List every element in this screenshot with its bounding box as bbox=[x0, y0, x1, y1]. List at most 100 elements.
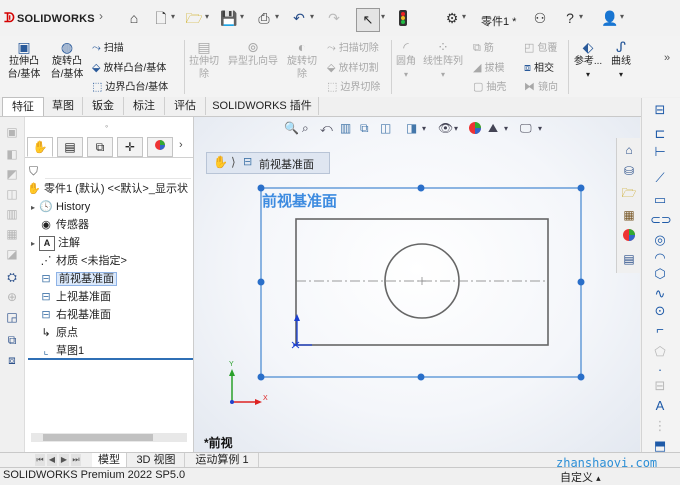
rib-button[interactable]: ⧉ 筋 bbox=[473, 39, 494, 55]
dimxpert-tab-icon[interactable]: ✛ bbox=[117, 137, 143, 157]
smart-dimension-icon[interactable]: ⊏ bbox=[650, 126, 670, 142]
tab-sketch[interactable]: 草图 bbox=[44, 97, 83, 115]
view-palette-icon[interactable]: ▦ bbox=[620, 206, 638, 224]
arc-icon[interactable]: ◠ bbox=[650, 250, 670, 266]
plane-handle[interactable] bbox=[257, 278, 265, 286]
tab-model[interactable]: 模型 bbox=[92, 453, 127, 467]
tree-item-front-plane[interactable]: ⊟ 前视基准面 bbox=[27, 271, 117, 288]
chevron-down-icon[interactable]: ▾ bbox=[275, 12, 279, 21]
home-icon[interactable]: ⌂ bbox=[125, 10, 143, 26]
solidworks-resources-icon[interactable]: ⌂ bbox=[620, 141, 638, 159]
last-tab-icon[interactable]: ⏭ bbox=[71, 454, 81, 466]
tree-item-material[interactable]: ⋰ 材质 <未指定> bbox=[27, 253, 127, 270]
scrollbar-thumb[interactable] bbox=[43, 434, 153, 441]
feature-icon[interactable]: ◫ bbox=[5, 187, 19, 201]
smart-dimension-icon[interactable]: ⊢ bbox=[650, 144, 670, 160]
expand-arrow-icon[interactable]: ▸ bbox=[27, 199, 39, 216]
fillet-sketch-icon[interactable]: ⌐ bbox=[650, 322, 670, 338]
trim-icon[interactable]: ⋮ bbox=[650, 418, 670, 434]
rebuild-traffic-light-icon[interactable] bbox=[394, 10, 412, 26]
tree-item-right-plane[interactable]: ⊟ 右视基准面 bbox=[27, 307, 111, 324]
search-commands-icon[interactable]: ⚇ bbox=[531, 10, 549, 26]
tab-evaluate[interactable]: 评估 bbox=[165, 97, 206, 115]
ellipse-icon[interactable]: ⊙ bbox=[650, 303, 670, 319]
rectangle-icon[interactable]: ▭ bbox=[650, 192, 670, 208]
point-icon[interactable]: · bbox=[650, 362, 670, 378]
chevron-down-icon[interactable]: ▾ bbox=[620, 12, 624, 21]
chevron-down-icon[interactable]: ▾ bbox=[462, 12, 466, 21]
loft-button[interactable]: ⬙ 放样凸台/基体 bbox=[92, 59, 166, 74]
curves-button[interactable]: ᔑ 曲线 ▾ bbox=[606, 40, 636, 81]
extrude-cut-button[interactable]: ▤ 拉伸切除 bbox=[186, 40, 222, 81]
feature-icon[interactable]: ▦ bbox=[5, 227, 19, 241]
display-manager-tab-icon[interactable] bbox=[147, 137, 173, 157]
feature-icon[interactable]: ▣ bbox=[5, 125, 19, 139]
swept-cut-button[interactable]: ⤳ 扫描切除 bbox=[327, 39, 379, 55]
custom-properties-icon[interactable]: ▤ bbox=[620, 250, 638, 268]
user-icon[interactable]: 👤 bbox=[601, 10, 619, 26]
feature-icon[interactable]: ◲ bbox=[5, 310, 19, 324]
line-icon[interactable]: ⟋ bbox=[650, 170, 670, 186]
feature-icon[interactable]: ◪ bbox=[5, 247, 19, 261]
draft-button[interactable]: ◢ 拔模 bbox=[473, 59, 504, 74]
redo-icon[interactable]: ↷ bbox=[325, 10, 343, 26]
sketch-icon[interactable]: ⊟ bbox=[650, 102, 670, 118]
chevron-down-icon[interactable]: ▾ bbox=[240, 12, 244, 21]
property-manager-tab-icon[interactable]: ▤ bbox=[57, 137, 83, 157]
solidworks-logo[interactable]: ᗫ SOLIDWORKS bbox=[4, 10, 95, 26]
extrude-boss-button[interactable]: ▣ 拉伸凸台/基体 bbox=[4, 40, 44, 81]
feature-icon[interactable]: ⧉ bbox=[5, 333, 19, 347]
feature-icon[interactable]: ◧ bbox=[5, 147, 19, 161]
horizontal-scrollbar[interactable] bbox=[31, 433, 187, 442]
tree-item-origin[interactable]: ↳ 原点 bbox=[27, 325, 78, 342]
chevron-down-icon[interactable]: ▾ bbox=[310, 12, 314, 21]
polygon-icon[interactable]: ⬡ bbox=[650, 266, 670, 282]
open-icon[interactable]: 🗁 bbox=[185, 10, 203, 26]
plane-handle[interactable] bbox=[417, 373, 425, 381]
chevron-right-icon[interactable]: » bbox=[664, 52, 670, 64]
circle-icon[interactable]: ◎ bbox=[650, 232, 670, 248]
feature-icon[interactable]: ⛭ bbox=[5, 270, 19, 284]
chevron-down-icon[interactable]: ▾ bbox=[381, 12, 385, 21]
file-explorer-icon[interactable]: 🗁 bbox=[620, 184, 638, 202]
feature-icon[interactable]: ⧈ bbox=[5, 353, 19, 367]
plane-handle[interactable] bbox=[577, 184, 585, 192]
chevron-down-icon[interactable]: ▾ bbox=[572, 68, 604, 81]
chamfer-icon[interactable]: ⬠ bbox=[650, 344, 670, 360]
front-plane-boundary[interactable] bbox=[260, 187, 582, 378]
feature-icon[interactable]: ▥ bbox=[5, 207, 19, 221]
select-button[interactable]: ↖ bbox=[356, 8, 380, 32]
fillet-button[interactable]: ◜ 圆角 ▾ bbox=[393, 40, 419, 81]
boundary-cut-button[interactable]: ⬚ 边界切除 bbox=[327, 78, 380, 93]
plane-handle[interactable] bbox=[417, 184, 425, 192]
undo-icon[interactable]: ↶ bbox=[290, 10, 308, 26]
appearances-icon[interactable] bbox=[620, 228, 638, 246]
expand-arrow-icon[interactable]: ▸ bbox=[27, 235, 39, 252]
previous-tab-icon[interactable]: ◀ bbox=[47, 454, 57, 466]
wrap-button[interactable]: ◰ 包覆 bbox=[524, 39, 557, 54]
lofted-cut-button[interactable]: ⬙ 放样切割 bbox=[327, 59, 378, 74]
mirror-button[interactable]: ⧓ 镜向 bbox=[524, 78, 558, 93]
sweep-button[interactable]: ⤳ 扫描 bbox=[92, 39, 124, 55]
chevron-down-icon[interactable]: ▾ bbox=[393, 68, 419, 81]
first-tab-icon[interactable]: ⏮ bbox=[35, 454, 45, 466]
feature-icon[interactable]: ◩ bbox=[5, 167, 19, 181]
tab-sheet-metal[interactable]: 钣金 bbox=[83, 97, 124, 115]
plane-icon[interactable]: ⊟ bbox=[650, 378, 670, 394]
tab-solidworks-addins[interactable]: SOLIDWORKS 插件 bbox=[206, 97, 319, 115]
new-document-icon[interactable]: 🗋 bbox=[152, 10, 170, 26]
hole-wizard-button[interactable]: ⊚ 异型孔向导 bbox=[224, 40, 282, 68]
linear-pattern-button[interactable]: ⁘ 线性阵列 ▾ bbox=[421, 40, 465, 81]
help-icon[interactable]: ? bbox=[561, 10, 579, 26]
revolve-cut-button[interactable]: ◐ 旋转切除 bbox=[284, 40, 320, 81]
filter-icon[interactable]: ⛉ bbox=[29, 164, 38, 179]
boundary-boss-button[interactable]: ⬚ 边界凸台/基体 bbox=[92, 78, 168, 93]
sketch-canvas[interactable] bbox=[194, 117, 640, 455]
chevron-down-icon[interactable]: ▾ bbox=[421, 68, 465, 81]
chevron-right-icon[interactable]: › bbox=[99, 9, 103, 23]
save-icon[interactable]: 💾 bbox=[220, 10, 238, 26]
design-library-icon[interactable]: ⛁ bbox=[620, 162, 638, 180]
tab-motion-study-1[interactable]: 运动算例 1 bbox=[186, 453, 259, 467]
chevron-down-icon[interactable]: ▾ bbox=[606, 68, 636, 81]
tab-markup[interactable]: 标注 bbox=[124, 97, 165, 115]
